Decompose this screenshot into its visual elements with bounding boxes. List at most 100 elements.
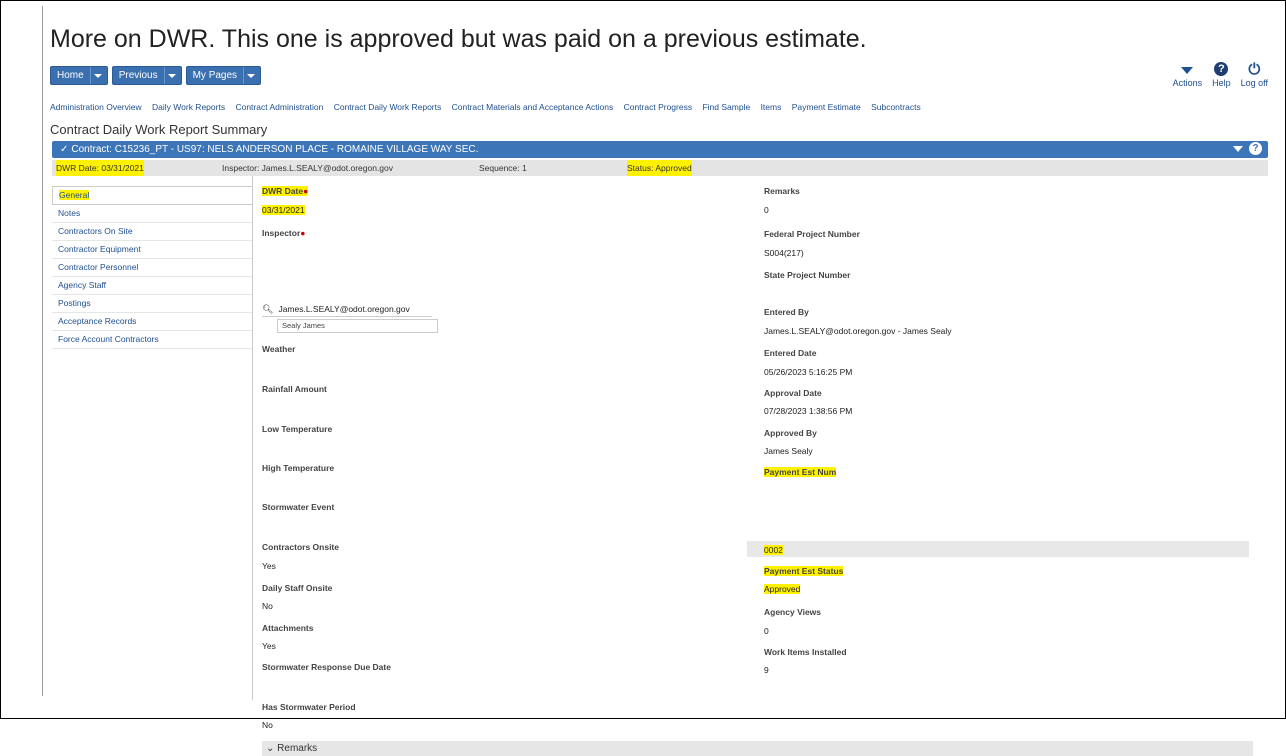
has-stormwater-value: No — [262, 720, 273, 730]
has-stormwater-label: Has Stormwater Period — [262, 702, 356, 712]
approved-by-value: James Sealy — [764, 446, 813, 456]
home-label: Home — [57, 70, 84, 81]
approved-by-label: Approved By — [764, 428, 817, 438]
contractors-onsite-value: Yes — [262, 561, 276, 571]
general-panel: DWR Date● 03/31/2021 Inspector● 🔍︎ James… — [252, 176, 1268, 756]
inspector-label: Inspector● — [262, 228, 306, 238]
entered-by-value: James.L.SEALY@odot.oregon.gov - James Se… — [764, 326, 952, 336]
app-window: Home Previous My Pages Actions ? Help ⏻ … — [42, 60, 1274, 756]
chevron-down-icon[interactable] — [163, 67, 177, 84]
dwr-date-label: DWR Date● — [262, 186, 309, 196]
link-contract-administration[interactable]: Contract Administration — [235, 102, 323, 112]
page-title: Contract Daily Work Report Summary — [50, 122, 268, 137]
contract-title: Contract: C15236_PT - US97: NELS ANDERSO… — [71, 144, 479, 155]
chevron-down-icon: ✓ — [60, 144, 69, 155]
help-label: Help — [1212, 78, 1231, 88]
payment-est-num-value: 0002 — [764, 545, 783, 555]
caret-down-icon — [1181, 67, 1194, 74]
quick-links: Administration Overview Daily Work Repor… — [50, 102, 929, 112]
stormwater-event-label: Stormwater Event — [262, 502, 335, 512]
link-contract-daily-work-reports[interactable]: Contract Daily Work Reports — [334, 102, 442, 112]
help-button[interactable]: ? Help — [1212, 62, 1231, 88]
sidebar-item-postings[interactable]: Postings — [52, 295, 252, 313]
daily-staff-label: Daily Staff Onsite — [262, 583, 333, 593]
my-pages-label: My Pages — [192, 70, 238, 81]
caret-down-icon[interactable] — [1233, 145, 1243, 152]
high-temp-label: High Temperature — [262, 463, 335, 473]
top-nav: Home Previous My Pages — [50, 66, 262, 85]
logoff-label: Log off — [1240, 78, 1268, 88]
link-contract-materials[interactable]: Contract Materials and Acceptance Action… — [452, 102, 614, 112]
inspector-info: Inspector: James.L.SEALY@odot.oregon.gov — [222, 163, 394, 173]
power-icon: ⏻ — [1248, 61, 1261, 78]
previous-label: Previous — [118, 70, 158, 81]
approval-date-label: Approval Date — [764, 388, 822, 398]
status-badge: Status: Approved — [627, 160, 692, 176]
agency-views-label: Agency Views — [764, 607, 822, 617]
actions-button[interactable]: Actions — [1172, 62, 1203, 88]
entered-by-label: Entered By — [764, 307, 809, 317]
logoff-button[interactable]: ⏻ Log off — [1240, 61, 1268, 89]
sidebar-item-force-account[interactable]: Force Account Contractors — [52, 331, 252, 349]
link-administration-overview[interactable]: Administration Overview — [50, 102, 142, 112]
link-items[interactable]: Items — [761, 102, 782, 112]
sidebar-item-general[interactable]: General — [52, 186, 252, 205]
inspector-value: James.L.SEALY@odot.oregon.gov — [278, 304, 410, 314]
sequence-info: Sequence: 1 — [479, 163, 527, 173]
remarks-section-label: Remarks — [277, 743, 318, 754]
payment-est-status-label: Payment Est Status — [764, 566, 844, 576]
sidebar-item-contractor-equipment[interactable]: Contractor Equipment — [52, 241, 252, 259]
state-project-label: State Project Number — [764, 270, 851, 280]
remarks-value: 0 — [764, 205, 769, 215]
work-items-value: 9 — [764, 665, 769, 675]
chevron-down-icon[interactable] — [243, 67, 256, 84]
low-temp-label: Low Temperature — [262, 424, 333, 434]
agency-views-value: 0 — [764, 626, 769, 636]
chevron-down-icon[interactable] — [89, 67, 103, 84]
entered-date-value: 05/26/2023 5:16:25 PM — [764, 367, 853, 377]
stormwater-due-label: Stormwater Response Due Date — [262, 662, 391, 672]
help-icon[interactable]: ? — [1249, 142, 1262, 155]
my-pages-button[interactable]: My Pages — [185, 66, 262, 85]
payment-est-num-row — [747, 541, 1249, 557]
inspector-search-input[interactable]: 🔍︎ James.L.SEALY@odot.oregon.gov — [262, 303, 432, 317]
sidebar-item-acceptance-records[interactable]: Acceptance Records — [52, 313, 252, 331]
payment-est-num-label: Payment Est Num — [764, 467, 837, 477]
sidebar-item-agency-staff[interactable]: Agency Staff — [52, 277, 252, 295]
remarks-section-header[interactable]: ⌄ Remarks — [262, 741, 1253, 756]
dwr-date-value[interactable]: 03/31/2021 — [262, 205, 305, 215]
home-button[interactable]: Home — [50, 66, 108, 85]
remarks-label: Remarks — [764, 186, 800, 196]
sidebar-item-contractor-personnel[interactable]: Contractor Personnel — [52, 259, 252, 277]
link-daily-work-reports[interactable]: Daily Work Reports — [152, 102, 225, 112]
approval-date-value: 07/28/2023 1:38:56 PM — [764, 406, 853, 416]
work-items-label: Work Items Installed — [764, 647, 847, 657]
help-icon: ? — [1214, 62, 1229, 76]
link-subcontracts[interactable]: Subcontracts — [871, 102, 921, 112]
federal-project-value: S004(217) — [764, 248, 804, 258]
actions-label: Actions — [1172, 78, 1203, 88]
info-bar: DWR Date: 03/31/2021 Inspector: James.L.… — [52, 160, 1268, 176]
header-controls: Actions ? Help ⏻ Log off — [1172, 61, 1268, 89]
slide-title: More on DWR. This one is approved but wa… — [50, 25, 867, 53]
link-payment-estimate[interactable]: Payment Estimate — [792, 102, 861, 112]
link-contract-progress[interactable]: Contract Progress — [624, 102, 693, 112]
rainfall-label: Rainfall Amount — [262, 384, 327, 394]
sidebar-item-label: General — [59, 190, 90, 200]
sidebar-item-notes[interactable]: Notes — [52, 205, 252, 223]
previous-button[interactable]: Previous — [111, 66, 182, 85]
weather-label: Weather — [262, 344, 296, 354]
search-icon[interactable]: 🔍︎ — [262, 303, 273, 316]
federal-project-label: Federal Project Number — [764, 229, 860, 239]
contractors-onsite-label: Contractors Onsite — [262, 542, 339, 552]
sidebar-item-contractors-on-site[interactable]: Contractors On Site — [52, 223, 252, 241]
entered-date-label: Entered Date — [764, 348, 817, 358]
link-find-sample[interactable]: Find Sample — [702, 102, 750, 112]
dwr-date-info: DWR Date: 03/31/2021 — [56, 160, 144, 176]
contract-header[interactable]: ✓ Contract: C15236_PT - US97: NELS ANDERS… — [52, 141, 1268, 158]
sidebar: General Notes Contractors On Site Contra… — [52, 186, 252, 349]
attachments-value: Yes — [262, 641, 276, 651]
inspector-suggestion[interactable]: Sealy James — [277, 319, 438, 333]
chevron-down-icon: ⌄ — [266, 743, 275, 754]
payment-est-status-value: Approved — [764, 584, 801, 594]
